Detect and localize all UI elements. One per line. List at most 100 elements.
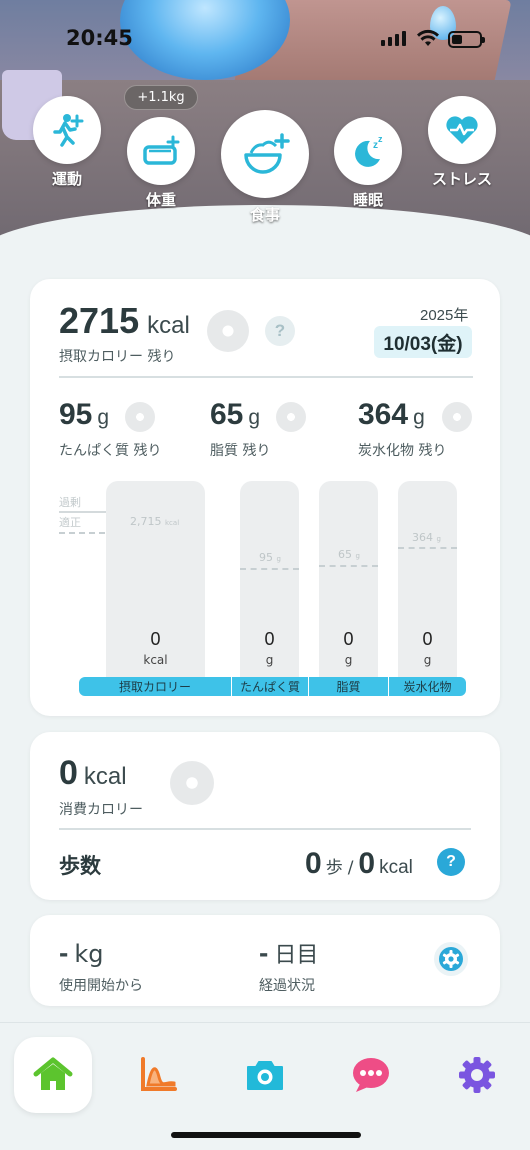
bar-unit: g <box>344 653 353 667</box>
bar-value: 0 <box>422 629 433 649</box>
status-bar: 20:45 <box>0 0 530 80</box>
intake-calories-unit: kcal <box>147 312 190 339</box>
weight-change-badge: +1.1kg <box>124 85 198 110</box>
camera-icon[interactable] <box>235 1045 295 1105</box>
bar-value: 0 <box>343 629 354 649</box>
legend-carbs: 炭水化物 <box>389 677 466 696</box>
fat-disc-icon <box>276 402 306 432</box>
burn-calories: 0 kcal <box>59 754 127 793</box>
macro-fat-label: 脂質 残り <box>210 443 271 459</box>
status-time: 20:45 <box>66 26 133 50</box>
macro-carbs-label: 炭水化物 残り <box>358 443 447 459</box>
burn-calories-value: 0 <box>59 754 78 792</box>
bar-carbs[interactable]: 0 g <box>398 481 457 677</box>
date-value: 10/03(金) <box>383 333 463 355</box>
macro-fat: 65 g <box>210 398 260 432</box>
steps-summary: 0 歩 / 0 kcal <box>305 847 413 881</box>
quick-action-label: ストレス <box>431 170 492 188</box>
intake-calories: 2715 kcal <box>59 300 190 342</box>
legend-fat: 脂質 <box>309 677 388 696</box>
steps-value: 0 <box>305 847 322 880</box>
heart-pulse-icon <box>428 96 496 164</box>
fat-target-line <box>319 565 378 567</box>
bar-value: 0 <box>264 629 275 649</box>
quick-action-label: 食事 <box>249 206 280 224</box>
bar-unit: kcal <box>143 653 168 667</box>
macro-carbs-value: 364 <box>358 398 409 431</box>
days-progress-unit: 日目 <box>274 943 319 968</box>
cellular-signal-icon <box>381 31 406 46</box>
graph-icon[interactable] <box>129 1045 189 1105</box>
progress-settings-button[interactable] <box>434 942 468 976</box>
quick-action-label: 運動 <box>51 170 82 188</box>
date-year: 2025年 <box>420 307 469 324</box>
steps-kcal-unit: kcal <box>379 857 413 878</box>
help-icon[interactable]: ? <box>265 316 295 346</box>
bar-fat[interactable]: 0 g <box>319 481 378 677</box>
protein-disc-icon <box>125 402 155 432</box>
quick-action-sleep[interactable]: z z 睡眠 <box>334 117 402 210</box>
quick-action-stress[interactable]: ストレス <box>428 96 496 189</box>
quick-action-exercise[interactable]: 運動 <box>33 96 101 189</box>
macro-protein-unit: g <box>97 406 110 429</box>
bar-calories[interactable]: 0 kcal <box>106 481 205 677</box>
home-indicator <box>171 1132 361 1138</box>
burn-divider <box>59 828 471 830</box>
bar-unit: g <box>265 653 274 667</box>
burn-disc-icon <box>170 761 214 805</box>
macro-fat-unit: g <box>248 406 261 429</box>
chat-icon[interactable] <box>341 1045 401 1105</box>
bar-unit: g <box>423 653 432 667</box>
days-progress: - 日目 <box>259 937 318 969</box>
burn-calories-unit: kcal <box>83 763 127 790</box>
weight-progress-value: - <box>59 937 69 968</box>
weight-progress-unit: kg <box>74 940 104 968</box>
home-icon[interactable] <box>23 1045 83 1105</box>
level-excess-label: 過剰 <box>59 496 81 509</box>
moon-zz-icon: z z <box>334 117 402 185</box>
macro-protein: 95 g <box>59 398 109 432</box>
date-selector[interactable]: 10/03(金) <box>374 326 472 358</box>
bar-target-label: 95 g <box>259 551 281 564</box>
steps-kcal-value: 0 <box>358 847 376 880</box>
bar-target-label: 65 g <box>338 548 360 561</box>
protein-target-line <box>240 568 299 570</box>
quick-action-label: 体重 <box>145 191 176 209</box>
bar-protein[interactable]: 0 g <box>240 481 299 677</box>
weight-progress-label: 使用開始から <box>59 978 143 994</box>
carbs-disc-icon <box>442 402 472 432</box>
bar-target-label: 2,715 kcal <box>130 515 180 528</box>
bar-target-label: 364 g <box>412 531 441 544</box>
macro-protein-label: たんぱく質 残り <box>59 443 162 459</box>
steps-unit: 歩 <box>325 858 343 878</box>
macro-fat-value: 65 <box>210 398 244 431</box>
macro-carbs-unit: g <box>413 406 425 429</box>
wifi-icon <box>417 29 439 46</box>
steps-separator: / <box>347 858 354 878</box>
quick-action-weight[interactable]: +1.1kg 体重 <box>124 85 198 210</box>
gear-icon <box>439 947 463 971</box>
bar-value: 0 <box>150 629 161 649</box>
bowl-plus-icon <box>221 110 309 198</box>
steps-label: 歩数 <box>59 854 101 878</box>
svg-text:z: z <box>378 134 383 144</box>
quick-action-meal[interactable]: 食事 <box>221 110 309 225</box>
intake-divider <box>59 376 473 378</box>
level-proper-label: 適正 <box>59 516 81 529</box>
days-progress-value: - <box>259 937 269 968</box>
quick-action-label: 睡眠 <box>352 191 383 209</box>
weight-progress: - kg <box>59 937 103 969</box>
days-progress-label: 経過状況 <box>259 978 315 994</box>
burn-calories-label: 消費カロリー <box>59 802 143 818</box>
scale-plus-icon <box>127 117 195 185</box>
battery-icon <box>448 31 485 48</box>
carbs-target-line <box>398 547 457 549</box>
settings-gear-icon[interactable] <box>447 1045 507 1105</box>
intake-calories-value: 2715 <box>59 300 140 341</box>
running-plus-icon <box>33 96 101 164</box>
intake-calories-label: 摂取カロリー 残り <box>59 349 176 365</box>
macro-carbs: 364 g <box>358 398 425 432</box>
steps-help-icon[interactable]: ? <box>437 848 465 876</box>
legend-calories: 摂取カロリー <box>79 677 231 696</box>
macro-protein-value: 95 <box>59 398 93 431</box>
